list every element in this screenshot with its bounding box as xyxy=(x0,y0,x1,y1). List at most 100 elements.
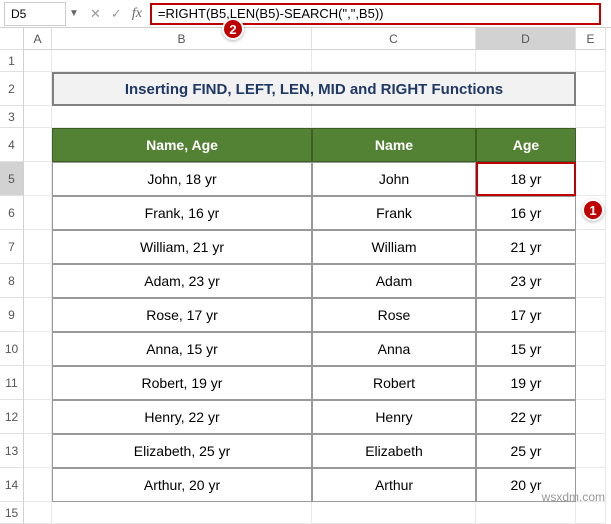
row-header[interactable]: 15 xyxy=(0,502,24,524)
accept-icon[interactable]: ✓ xyxy=(111,6,122,22)
table-cell[interactable]: Elizabeth xyxy=(312,434,476,468)
row-header[interactable]: 9 xyxy=(0,298,24,332)
table-cell[interactable]: 18 yr xyxy=(476,162,576,196)
row-header[interactable]: 1 xyxy=(0,50,24,72)
table-cell[interactable]: Rose xyxy=(312,298,476,332)
table-cell[interactable]: 16 yr xyxy=(476,196,576,230)
table-cell[interactable]: Adam, 23 yr xyxy=(52,264,312,298)
table-cell[interactable]: Anna, 15 yr xyxy=(52,332,312,366)
table-cell[interactable]: Arthur xyxy=(312,468,476,502)
cell[interactable] xyxy=(24,400,52,434)
cell[interactable] xyxy=(576,50,606,72)
select-all[interactable] xyxy=(0,28,24,50)
table-cell[interactable]: 15 yr xyxy=(476,332,576,366)
row-header[interactable]: 10 xyxy=(0,332,24,366)
cell[interactable] xyxy=(52,50,312,72)
cell[interactable] xyxy=(576,230,606,264)
table-cell[interactable]: Frank xyxy=(312,196,476,230)
table-cell[interactable]: Henry, 22 yr xyxy=(52,400,312,434)
table-header[interactable]: Name, Age xyxy=(52,128,312,162)
table-cell[interactable]: 17 yr xyxy=(476,298,576,332)
cell[interactable] xyxy=(24,72,52,106)
table-cell[interactable]: Rose, 17 yr xyxy=(52,298,312,332)
cell[interactable] xyxy=(312,50,476,72)
cell[interactable] xyxy=(24,50,52,72)
cell[interactable] xyxy=(576,72,606,106)
table-cell[interactable]: William xyxy=(312,230,476,264)
cell[interactable] xyxy=(576,400,606,434)
table-cell[interactable]: 21 yr xyxy=(476,230,576,264)
row-header[interactable]: 7 xyxy=(0,230,24,264)
row-header[interactable]: 4 xyxy=(0,128,24,162)
table-cell[interactable]: Henry xyxy=(312,400,476,434)
col-header-selected[interactable]: D xyxy=(476,28,576,50)
cell[interactable] xyxy=(24,128,52,162)
row-header[interactable]: 6 xyxy=(0,196,24,230)
cell[interactable] xyxy=(476,502,576,524)
table-cell[interactable]: 19 yr xyxy=(476,366,576,400)
title-cell[interactable]: Inserting FIND, LEFT, LEN, MID and RIGHT… xyxy=(52,72,576,106)
cell[interactable] xyxy=(576,434,606,468)
row-header[interactable]: 2 xyxy=(0,72,24,106)
col-header[interactable]: E xyxy=(576,28,606,50)
row-header[interactable]: 14 xyxy=(0,468,24,502)
table-header[interactable]: Age xyxy=(476,128,576,162)
cell[interactable] xyxy=(312,106,476,128)
row-header[interactable]: 12 xyxy=(0,400,24,434)
table-header[interactable]: Name xyxy=(312,128,476,162)
cell[interactable] xyxy=(24,434,52,468)
fx-icon[interactable]: fx xyxy=(132,6,142,22)
table-cell[interactable]: John xyxy=(312,162,476,196)
table-cell[interactable]: Robert, 19 yr xyxy=(52,366,312,400)
row-header[interactable]: 13 xyxy=(0,434,24,468)
table-cell[interactable]: Anna xyxy=(312,332,476,366)
cell[interactable] xyxy=(476,106,576,128)
cell[interactable] xyxy=(24,106,52,128)
col-header[interactable]: A xyxy=(24,28,52,50)
cell[interactable] xyxy=(576,332,606,366)
table-cell[interactable]: 25 yr xyxy=(476,434,576,468)
cell[interactable] xyxy=(24,366,52,400)
table-cell[interactable]: Adam xyxy=(312,264,476,298)
cell[interactable] xyxy=(24,298,52,332)
col-header[interactable]: B xyxy=(52,28,312,50)
table-cell[interactable]: Robert xyxy=(312,366,476,400)
table-cell[interactable]: William, 21 yr xyxy=(52,230,312,264)
fx-controls: ✕ ✓ fx xyxy=(90,6,142,22)
table-cell[interactable]: Arthur, 20 yr xyxy=(52,468,312,502)
cell[interactable] xyxy=(24,162,52,196)
cell[interactable] xyxy=(576,264,606,298)
cell[interactable] xyxy=(576,366,606,400)
table-cell[interactable]: 23 yr xyxy=(476,264,576,298)
cell[interactable] xyxy=(576,298,606,332)
table-cell[interactable]: Frank, 16 yr xyxy=(52,196,312,230)
table-cell[interactable]: John, 18 yr xyxy=(52,162,312,196)
name-box[interactable]: D5 xyxy=(4,2,66,26)
table-cell[interactable]: Elizabeth, 25 yr xyxy=(52,434,312,468)
name-box-value: D5 xyxy=(11,7,26,21)
cell[interactable] xyxy=(52,502,312,524)
cell[interactable] xyxy=(576,106,606,128)
col-header[interactable]: C xyxy=(312,28,476,50)
cell[interactable] xyxy=(24,196,52,230)
row-header[interactable]: 8 xyxy=(0,264,24,298)
cell[interactable] xyxy=(52,106,312,128)
namebox-dropdown-icon[interactable]: ▼ xyxy=(66,8,82,19)
row-header[interactable]: 11 xyxy=(0,366,24,400)
cell[interactable] xyxy=(576,128,606,162)
cell[interactable] xyxy=(24,264,52,298)
cell[interactable] xyxy=(476,50,576,72)
formula-input[interactable]: =RIGHT(B5,LEN(B5)-SEARCH(",",B5)) xyxy=(150,3,601,25)
cell[interactable] xyxy=(312,502,476,524)
cell[interactable] xyxy=(576,502,606,524)
cell[interactable] xyxy=(24,468,52,502)
cell[interactable] xyxy=(576,162,606,196)
row-header-selected[interactable]: 5 xyxy=(0,162,24,196)
callout-marker-2: 2 xyxy=(222,18,244,40)
cancel-icon[interactable]: ✕ xyxy=(90,6,101,22)
cell[interactable] xyxy=(24,332,52,366)
cell[interactable] xyxy=(24,230,52,264)
row-header[interactable]: 3 xyxy=(0,106,24,128)
table-cell[interactable]: 22 yr xyxy=(476,400,576,434)
cell[interactable] xyxy=(24,502,52,524)
